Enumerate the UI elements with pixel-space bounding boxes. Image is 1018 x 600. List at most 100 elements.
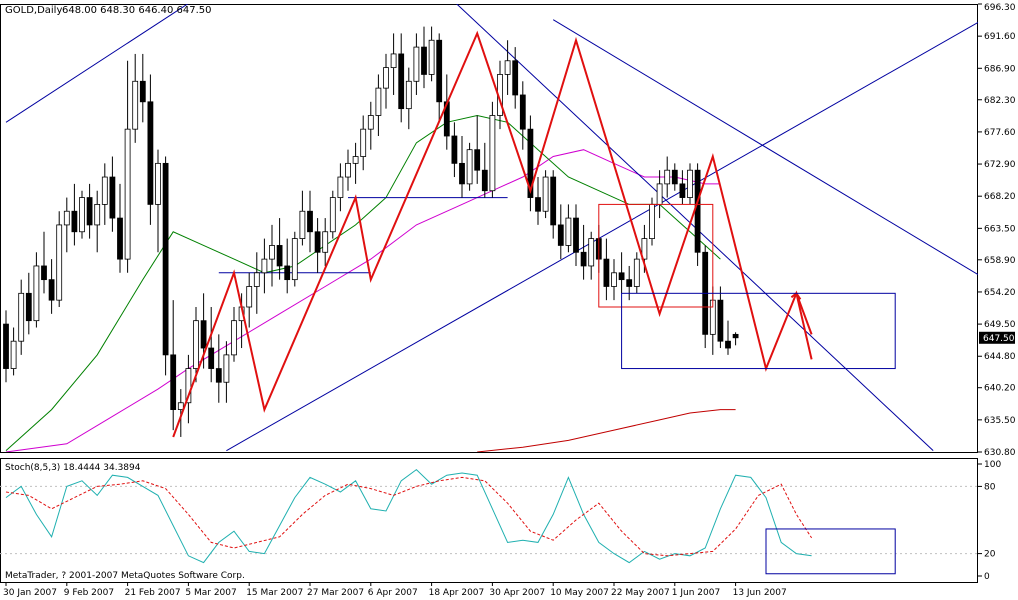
chart-svg[interactable]: 696.30 691.60 686.90 682.30 677.60 672.90 668.… [0,0,1018,600]
candle [481,142,488,198]
candle [725,320,731,355]
candle [459,136,465,198]
candle-body [436,39,443,103]
ma-long-line [477,409,736,452]
stoch-title: Stoch(8,5,3) 18.4444 34.3894 [5,463,141,473]
candle [253,252,260,314]
x-tick-label: 30 Apr 2007 [489,588,545,598]
candle-body [246,286,253,308]
candle [443,74,450,150]
candle-body [504,60,511,75]
x-tick-label: 22 May 2007 [611,588,670,598]
candle [694,163,701,266]
candle-body [10,340,17,369]
candle-body [481,169,488,192]
candle-body [307,210,313,233]
candle [79,190,85,239]
candle-body [664,169,671,185]
candle [519,81,526,150]
candle [124,60,131,273]
x-tick-label: 13 Jun 2007 [733,588,787,598]
candle-body [124,128,131,260]
candle [512,47,519,109]
candle [390,33,397,95]
candle-body [679,183,686,198]
candle [527,115,534,212]
candle-body [557,224,564,246]
candle [360,115,367,171]
x-tick-label: 15 Mar 2007 [246,588,303,598]
candle [352,142,359,184]
candle [732,332,739,346]
candle-body [626,279,633,287]
x-tick-label: 18 Apr 2007 [429,588,485,598]
candle [322,218,329,266]
candle [215,334,222,403]
candle-body [56,224,63,301]
y-tick-label: 654.20 [984,288,1016,298]
candle [48,259,55,314]
candle [580,224,587,280]
candle [542,170,549,219]
candle [25,272,32,335]
symbol-label: GOLD,Daily [5,5,62,16]
candle [329,190,336,239]
candle-body [687,169,693,198]
x-tick-label: 6 Apr 2007 [368,588,418,598]
candle-body [63,210,70,226]
ohlc-readout: 648.00 648.30 646.40 647.50 [62,5,212,16]
candle-body [413,46,420,82]
candle-body [132,80,139,130]
candle-body [109,176,116,219]
candle [314,218,321,273]
candle [375,74,382,137]
stoch-signal-line [5,476,813,557]
candle [489,101,496,198]
candle [109,156,116,232]
x-tick-label: 27 Mar 2007 [307,588,364,598]
candle-body [223,354,230,383]
candle [717,286,724,349]
y-tick-label: 658.90 [984,256,1016,266]
candle-body [177,402,184,410]
candle-body [588,238,595,267]
candle [94,190,101,253]
candle-body [649,204,655,240]
candle [231,306,237,362]
stoch-panel-frame [0,458,978,583]
candle [618,252,625,294]
candle-body [94,204,101,226]
candle-body [694,169,701,253]
candle-body [390,53,397,69]
stoch-y-tick-label: 0 [984,572,990,582]
candle-body [284,265,291,281]
candle-body [405,80,412,110]
candle-body [398,53,405,110]
candle-body [329,197,336,233]
x-tick-label: 30 Jan 2007 [3,588,57,598]
y-tick-label: 691.60 [984,32,1016,42]
candle [345,149,351,191]
candle-body [550,176,557,226]
y-tick-label: 682.30 [984,96,1016,106]
x-tick-label: 5 Mar 2007 [185,588,236,598]
candle-body [215,368,222,383]
candle [18,279,25,355]
candle [299,190,306,246]
candle [162,156,169,376]
candle-body [314,231,321,253]
candle-body [618,272,625,281]
candle-body [565,217,572,246]
candle-body [421,46,427,75]
candle-body [474,149,481,171]
candle-body [322,231,329,253]
y-tick-label: 640.20 [984,384,1016,394]
candle-body [147,101,154,205]
candle [504,40,511,95]
candle-body [656,183,663,205]
candle-body [231,320,237,356]
candle-body [299,210,306,240]
candle-body [725,340,731,349]
candle [565,204,572,253]
candle-body [337,176,344,198]
